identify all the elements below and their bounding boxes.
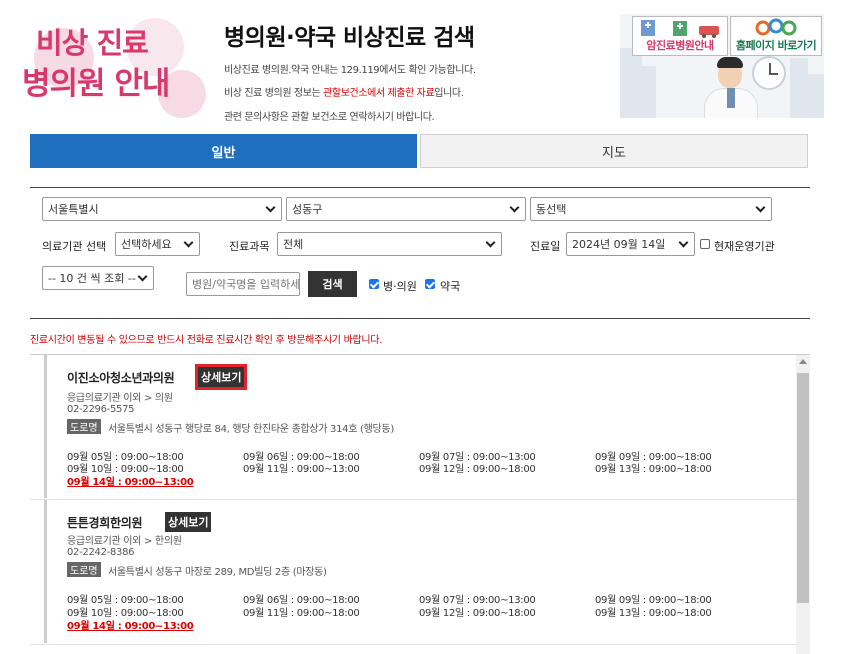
building-decor bbox=[806, 74, 824, 118]
search-input[interactable] bbox=[186, 272, 300, 296]
results-list[interactable]: 이진소아청소년과의원 상세보기 응급의료기관 이외 > 의원 02-2296-5… bbox=[30, 354, 810, 654]
hours-item: 09월 12일 : 09:00~18:00 bbox=[419, 608, 536, 619]
logo-text-line1: 비상 진료 bbox=[36, 26, 149, 60]
district-select[interactable]: 성동구 bbox=[286, 197, 526, 221]
notice-text: 진료시간이 변동될 수 있으므로 반드시 전화로 진료시간 확인 후 방문해주시… bbox=[30, 335, 383, 346]
tab-map[interactable]: 지도 bbox=[420, 134, 808, 168]
result-card: 튼튼경희한의원 상세보기 응급의료기관 이외 > 한의원 02-2242-838… bbox=[44, 500, 796, 643]
facility-phone: 02-2242-8386 bbox=[67, 547, 135, 558]
hours-item: 09월 11일 : 09:00~18:00 bbox=[243, 608, 360, 619]
operating-checkbox[interactable] bbox=[700, 239, 710, 249]
desc-text: 입니다. bbox=[434, 88, 464, 99]
road-address-tag: 도로명 bbox=[67, 562, 101, 577]
hospital-checkbox-label: 병·의원 bbox=[383, 280, 417, 293]
detail-button[interactable]: 상세보기 bbox=[165, 512, 212, 532]
logo-text-line2: 병의원 안내 bbox=[22, 66, 170, 102]
hours-item: 09월 11일 : 09:00~13:00 bbox=[243, 464, 360, 475]
facility-address: 서울특별시 성동구 마장로 289, MD빌딩 2층 (마장동) bbox=[108, 567, 327, 578]
homepage-logo-icon bbox=[755, 18, 797, 36]
institution-select[interactable]: 선택하세요 bbox=[115, 232, 200, 256]
cancer-hospital-link[interactable]: 암진료병원안내 bbox=[632, 16, 728, 56]
scroll-up-arrow-icon[interactable] bbox=[799, 359, 807, 364]
facility-phone: 02-2296-5575 bbox=[67, 404, 135, 415]
facility-category: 응급의료기관 이외 > 의원 bbox=[67, 393, 173, 404]
detail-button[interactable]: 상세보기 bbox=[194, 364, 248, 390]
hours-item-today: 09월 14일 : 09:00~13:00 bbox=[67, 477, 194, 488]
hours-item-today: 09월 14일 : 09:00~13:00 bbox=[67, 621, 194, 632]
pharmacy-checkbox[interactable] bbox=[425, 279, 435, 289]
hospital-checkbox[interactable] bbox=[369, 279, 379, 289]
search-button[interactable]: 검색 bbox=[308, 271, 357, 297]
building-decor bbox=[640, 66, 656, 118]
desc-line-2: 비상 진료 병의원 정보는 관할보건소에서 제출한 자료입니다. bbox=[224, 84, 464, 99]
hours-item: 09월 13일 : 09:00~18:00 bbox=[595, 464, 712, 475]
pharmacy-checkbox-label: 약국 bbox=[440, 280, 461, 293]
clock-icon bbox=[752, 56, 786, 90]
operating-label: 현재운영기관 bbox=[714, 240, 775, 253]
facility-name[interactable]: 이진소아청소년과의원 bbox=[67, 369, 175, 386]
doctor-illustration bbox=[717, 57, 743, 68]
hospital-icon bbox=[641, 20, 719, 38]
date-label: 진료일 bbox=[530, 240, 561, 253]
homepage-label: 홈페이지 바로가기 bbox=[735, 39, 817, 52]
desc-line-3: 관련 문의사항은 관할 보건소로 연락하시기 바랍니다. bbox=[224, 112, 435, 123]
dong-select[interactable]: 동선택 bbox=[530, 197, 772, 221]
building-decor bbox=[620, 48, 642, 118]
date-select[interactable]: 2024년 09월 14일 bbox=[566, 232, 695, 256]
result-card: 이진소아청소년과의원 상세보기 응급의료기관 이외 > 의원 02-2296-5… bbox=[44, 355, 796, 498]
page-size-select[interactable]: -- 10 건 씩 조회 -- bbox=[42, 266, 154, 290]
desc-text: 비상 진료 병의원 정보는 bbox=[224, 88, 324, 99]
cancer-hospital-label: 암진료병원안내 bbox=[646, 39, 714, 52]
scrollbar-thumb[interactable] bbox=[797, 373, 809, 603]
homepage-link[interactable]: 홈페이지 바로가기 bbox=[730, 16, 822, 56]
banner: 암진료병원안내 홈페이지 바로가기 bbox=[620, 14, 824, 118]
road-address-tag: 도로명 bbox=[67, 419, 101, 434]
hours-item: 09월 12일 : 09:00~18:00 bbox=[419, 464, 536, 475]
tab-general[interactable]: 일반 bbox=[30, 134, 417, 168]
desc-line-1: 비상진료 병의원.약국 안내는 129.119에서도 확인 가능합니다. bbox=[224, 65, 476, 76]
facility-name[interactable]: 튼튼경희한의원 bbox=[67, 514, 142, 531]
doctor-illustration bbox=[727, 88, 735, 108]
hours-item: 09월 13일 : 09:00~18:00 bbox=[595, 608, 712, 619]
department-label: 진료과목 bbox=[229, 240, 270, 253]
institution-label: 의료기관 선택 bbox=[42, 240, 107, 253]
city-select[interactable]: 서울특별시 bbox=[42, 197, 282, 221]
facility-category: 응급의료기관 이외 > 한의원 bbox=[67, 536, 182, 547]
facility-address: 서울특별시 성동구 행당로 84, 행당 한진타운 종합상가 314호 (행당동… bbox=[108, 424, 394, 435]
department-select[interactable]: 전체 bbox=[277, 232, 502, 256]
desc-highlight: 관할보건소에서 제출한 자료 bbox=[323, 88, 435, 99]
result-divider bbox=[30, 644, 796, 645]
page-title: 병의원·약국 비상진료 검색 bbox=[224, 25, 475, 51]
